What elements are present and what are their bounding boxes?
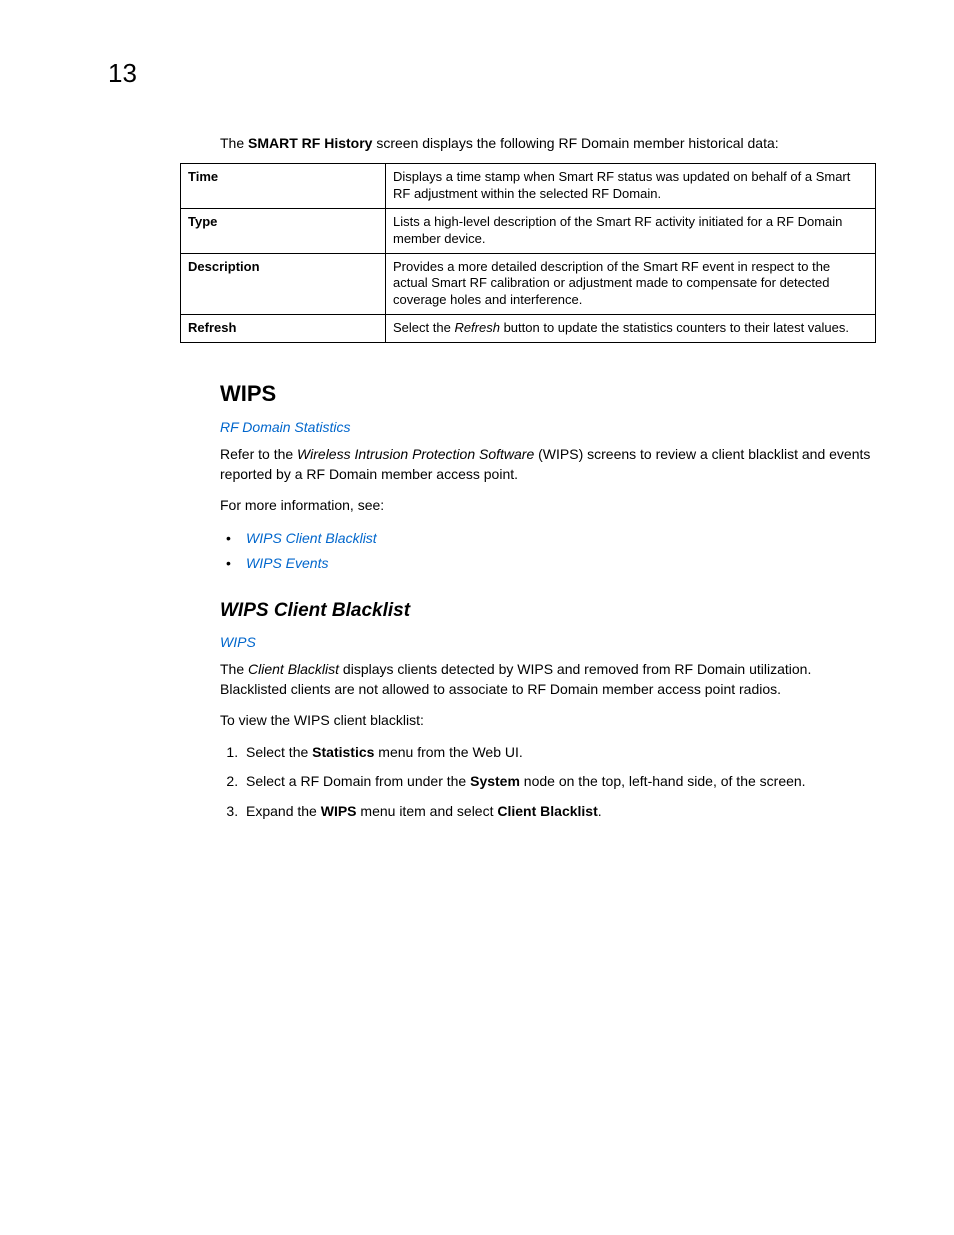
wips-paragraph-1: Refer to the Wireless Intrusion Protecti… [220, 445, 876, 484]
row-label: Time [181, 164, 386, 209]
blacklist-steps: Select the Statistics menu from the Web … [220, 743, 876, 822]
table-row: Description Provides a more detailed des… [181, 253, 876, 315]
step-item: Expand the WIPS menu item and select Cli… [242, 802, 876, 822]
wips-client-blacklist-link[interactable]: WIPS Client Blacklist [246, 530, 377, 546]
text-italic: Wireless Intrusion Protection Software [297, 446, 534, 462]
step-pre: Select a RF Domain from under the [246, 773, 470, 789]
row-label: Type [181, 208, 386, 253]
blacklist-paragraph-2: To view the WIPS client blacklist: [220, 711, 876, 731]
list-item: WIPS Events [220, 553, 876, 574]
list-item: WIPS Client Blacklist [220, 528, 876, 549]
text-italic: Client Blacklist [248, 661, 339, 677]
desc-post: button to update the statistics counters… [500, 320, 849, 335]
step-bold: WIPS [321, 803, 357, 819]
step-mid: menu from the Web UI. [374, 744, 522, 760]
wips-heading: WIPS [220, 381, 876, 407]
step-bold: System [470, 773, 520, 789]
desc-italic: Refresh [454, 320, 500, 335]
blacklist-heading: WIPS Client Blacklist [220, 600, 876, 622]
text-pre: The [220, 661, 248, 677]
step-item: Select a RF Domain from under the System… [242, 772, 876, 792]
step-bold-2: Client Blacklist [497, 803, 597, 819]
desc-pre: Select the [393, 320, 454, 335]
step-item: Select the Statistics menu from the Web … [242, 743, 876, 763]
step-pre: Select the [246, 744, 312, 760]
wips-paragraph-2: For more information, see: [220, 496, 876, 516]
table-row: Time Displays a time stamp when Smart RF… [181, 164, 876, 209]
intro-suffix: screen displays the following RF Domain … [372, 135, 778, 151]
step-mid: menu item and select [357, 803, 498, 819]
table-row: Refresh Select the Refresh button to upd… [181, 315, 876, 343]
intro-text: The SMART RF History screen displays the… [220, 135, 876, 151]
table-row: Type Lists a high-level description of t… [181, 208, 876, 253]
blacklist-breadcrumb-link[interactable]: WIPS [220, 634, 876, 650]
text-pre: Refer to the [220, 446, 297, 462]
blacklist-paragraph-1: The Client Blacklist displays clients de… [220, 660, 876, 699]
intro-bold: SMART RF History [248, 135, 372, 151]
step-post: . [598, 803, 602, 819]
row-desc: Displays a time stamp when Smart RF stat… [386, 164, 876, 209]
step-bold: Statistics [312, 744, 374, 760]
definition-table: Time Displays a time stamp when Smart RF… [180, 163, 876, 343]
step-pre: Expand the [246, 803, 321, 819]
page-number: 13 [108, 58, 137, 89]
wips-link-list: WIPS Client Blacklist WIPS Events [220, 528, 876, 574]
row-desc: Provides a more detailed description of … [386, 253, 876, 315]
step-mid: node on the top, left-hand side, of the … [520, 773, 806, 789]
row-label: Refresh [181, 315, 386, 343]
wips-breadcrumb-link[interactable]: RF Domain Statistics [220, 419, 876, 435]
row-desc: Lists a high-level description of the Sm… [386, 208, 876, 253]
row-label: Description [181, 253, 386, 315]
row-desc: Select the Refresh button to update the … [386, 315, 876, 343]
wips-events-link[interactable]: WIPS Events [246, 555, 328, 571]
intro-prefix: The [220, 135, 248, 151]
page-content: The SMART RF History screen displays the… [180, 135, 876, 835]
